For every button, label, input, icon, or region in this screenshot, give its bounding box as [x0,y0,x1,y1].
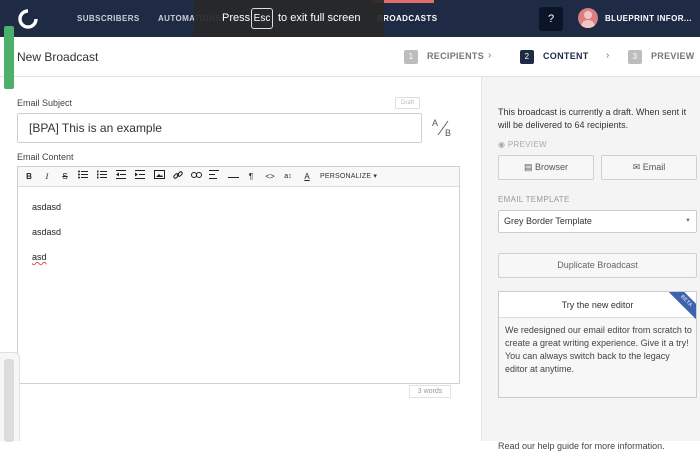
image-icon[interactable] [152,170,166,184]
progress-fill [4,26,14,89]
personalize-dropdown[interactable]: PERSONALIZE ▾ [320,170,377,184]
editor-card-body: We redesigned our email editor from scra… [505,325,692,374]
chevron-right-icon: › [488,50,492,61]
content-label: Email Content [17,152,74,162]
step-number: 3 [628,50,642,64]
sub-header: New Broadcast 1 RECIPIENTS › 2 CONTENT › 3… [0,37,700,77]
step-label: RECIPIENTS [427,51,485,61]
bullet-list-icon[interactable] [76,170,90,184]
personalize-label: PERSONALIZE [320,173,372,180]
content-line-3: asd [32,252,47,262]
email-content-editor[interactable]: B I S ¶ <> a↕ A PERSONALIZE ▾ asdasd asd… [17,166,460,384]
draft-badge: Draft [395,97,420,109]
toast-press-text: Press [222,12,251,24]
bold-icon[interactable]: B [22,170,36,184]
ab-b: B [445,128,452,138]
step-number: 1 [404,50,418,64]
template-select[interactable]: Grey Border Template ▼ [498,210,697,233]
browser-label: Browser [535,162,569,172]
unlink-icon[interactable] [189,170,203,184]
template-label: EMAIL TEMPLATE [498,195,570,204]
preview-label-text: PREVIEW [507,140,547,149]
template-value: Grey Border Template [504,216,592,226]
content-line-1: asdasd [32,202,62,212]
eye-icon: ◉ [498,140,506,149]
fullscreen-toast: Press Esc to exit full screen [194,0,384,38]
caret-down-icon: ▼ [685,218,691,224]
numbered-list-icon[interactable] [95,170,109,184]
email-label: Email [642,162,666,172]
caret-down-icon: ▾ [373,173,378,180]
page-title: New Broadcast [17,50,99,64]
draft-status-text: This broadcast is currently a draft. Whe… [498,107,687,130]
esc-key-badge: Esc [251,8,273,29]
line-height-icon[interactable]: a↕ [281,170,295,184]
duplicate-broadcast-button[interactable]: Duplicate Broadcast [498,253,697,278]
toast-message: to exit full screen [278,12,361,24]
progress-widget[interactable] [0,352,20,442]
editor-toolbar: B I S ¶ <> a↕ A PERSONALIZE ▾ [18,167,459,187]
avatar[interactable] [578,8,598,28]
outdent-icon[interactable] [114,170,128,184]
preview-label: ◉ PREVIEW [498,140,547,149]
browser-icon: ▤ [523,162,533,172]
account-menu[interactable]: BLUEPRINT INFOR... [605,0,692,37]
avatar-head [584,11,592,19]
paragraph-icon[interactable]: ¶ [244,170,258,184]
new-editor-card[interactable]: Try the new editor BETA We redesigned ou… [498,291,697,398]
nav-subscribers[interactable]: SUBSCRIBERS [77,0,140,37]
strikethrough-icon[interactable]: S [58,170,72,184]
indent-icon[interactable] [133,170,147,184]
avatar-body [581,20,595,28]
help-guide-text[interactable]: Read our help guide for more information… [498,441,665,451]
align-icon[interactable] [207,170,221,184]
progress-track [4,359,14,442]
chevron-right-icon: › [606,50,610,61]
content-line-2: asdasd [32,227,62,237]
preview-email-button[interactable]: ✉ Email [601,155,697,180]
code-icon[interactable]: <> [263,170,277,184]
horizontal-rule-icon[interactable] [226,170,240,184]
text-color-icon[interactable]: A [300,170,314,184]
step-content[interactable]: 2 CONTENT [520,50,589,65]
preview-browser-button[interactable]: ▤ Browser [498,155,594,180]
subject-label: Email Subject [17,98,73,108]
app-logo-icon[interactable] [17,8,39,30]
word-count: 3 words [409,385,451,398]
editor-card-title: Try the new editor [499,292,696,318]
nav-broadcasts[interactable]: BROADCASTS [377,0,437,37]
step-number: 2 [520,50,534,64]
sidebar-panel: This broadcast is currently a draft. Whe… [481,77,700,451]
help-button[interactable]: ? [539,7,563,31]
step-preview[interactable]: 3 PREVIEW [628,50,695,65]
step-label: PREVIEW [651,51,695,61]
ab-test-icon[interactable]: A B [432,118,454,140]
italic-icon[interactable]: I [40,170,54,184]
step-label: CONTENT [543,51,589,61]
step-recipients[interactable]: 1 RECIPIENTS [404,50,484,65]
envelope-icon: ✉ [632,162,641,172]
subject-input[interactable]: [BPA] This is an example [17,113,422,143]
link-icon[interactable] [171,170,185,184]
